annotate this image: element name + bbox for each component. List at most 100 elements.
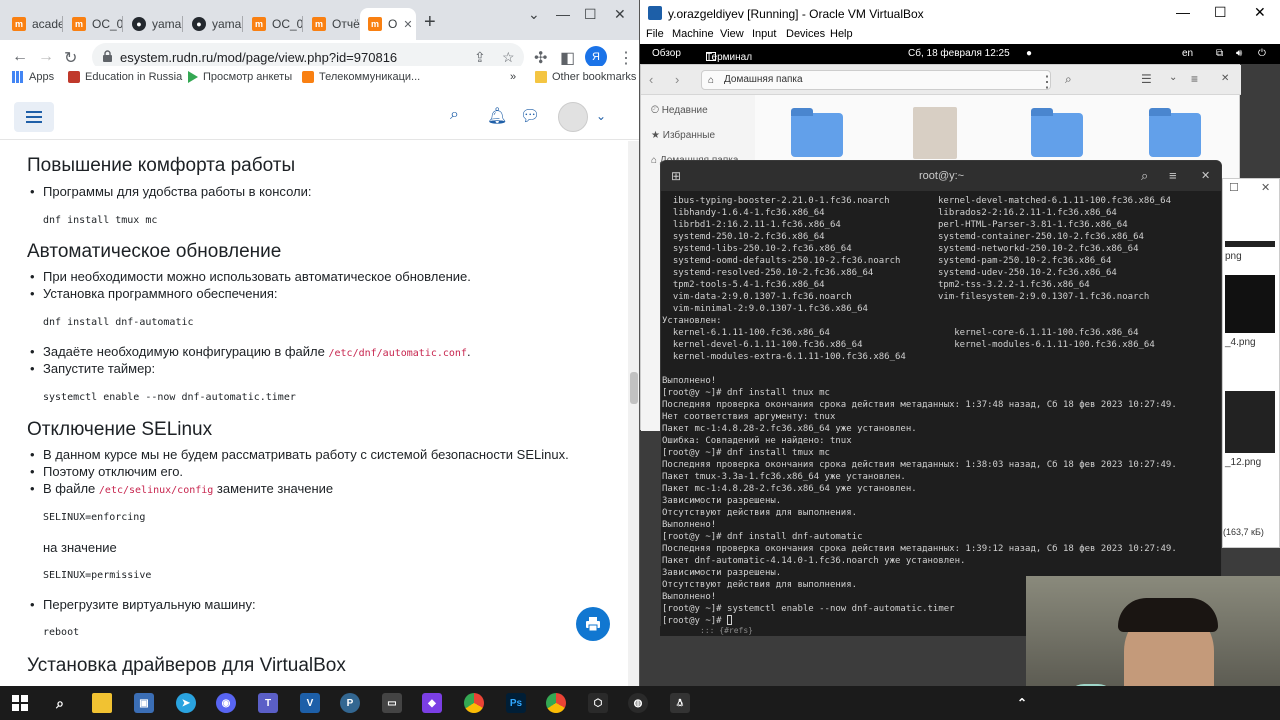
bookmark-education[interactable]: Education in Russia: [68, 71, 182, 83]
teams-icon[interactable]: T: [258, 693, 278, 713]
volume-icon[interactable]: 🔊︎: [1236, 48, 1242, 59]
menu-view[interactable]: View: [720, 28, 744, 40]
maximize-icon[interactable]: ☐: [584, 6, 597, 23]
menu-help[interactable]: Help: [830, 28, 853, 40]
minimize-icon[interactable]: —: [556, 6, 570, 22]
chrome-profile-icon[interactable]: [546, 693, 566, 713]
section-title: Установка драйверов для VirtualBox: [27, 655, 346, 676]
overview-button[interactable]: Обзор: [652, 48, 681, 59]
minimize-icon[interactable]: —: [1176, 4, 1190, 20]
terminal-line: Последняя проверка окончания срока дейст…: [662, 460, 1177, 470]
new-tab-icon[interactable]: +: [424, 11, 436, 34]
tab-3[interactable]: ● yama: [124, 8, 182, 40]
back-icon[interactable]: ‹: [649, 72, 653, 87]
obs-icon[interactable]: ◍: [628, 693, 648, 713]
maximize-icon[interactable]: ☐: [1229, 181, 1239, 194]
extensions-icon[interactable]: ✣: [534, 48, 547, 68]
tab-1[interactable]: m acade: [4, 8, 62, 40]
save-icon[interactable]: ▣: [134, 693, 154, 713]
search-icon[interactable]: ⌕: [1065, 72, 1072, 87]
profile-avatar[interactable]: Я: [585, 46, 607, 68]
view-list-icon[interactable]: ☰: [1141, 72, 1152, 86]
close-tab-icon[interactable]: ✕: [403, 18, 416, 31]
close-icon[interactable]: ✕: [1221, 73, 1229, 84]
chevron-up-icon[interactable]: ⌃: [1012, 693, 1032, 713]
search-icon[interactable]: ⌕: [50, 693, 70, 713]
menu-dots-icon[interactable]: ⋮: [618, 48, 634, 68]
thumbnail[interactable]: [1225, 241, 1275, 247]
forward-icon[interactable]: →: [38, 48, 54, 66]
linux-tux-icon[interactable]: 🐧︎: [670, 693, 690, 713]
close-icon[interactable]: ✕: [1261, 181, 1270, 194]
tab-5[interactable]: m ОС_0: [244, 8, 302, 40]
bookmark-profile[interactable]: Просмотр анкеты: [188, 71, 292, 83]
sidepanel-icon[interactable]: ◧: [560, 48, 575, 68]
obsidian-icon[interactable]: ◆: [422, 693, 442, 713]
archive-icon[interactable]: [913, 107, 957, 159]
bookmark-other[interactable]: Other bookmarks: [535, 71, 636, 83]
chat-icon[interactable]: 💬︎: [520, 106, 540, 126]
bookmark-telecom[interactable]: Телекоммуникаци...: [302, 71, 420, 83]
maximize-icon[interactable]: ☐: [1214, 4, 1227, 21]
chevron-down-icon[interactable]: ⌄: [596, 109, 606, 123]
tab-6[interactable]: m Отчё: [304, 8, 362, 40]
sidebar-item-recent[interactable]: 🕘︎ Недавние: [651, 105, 708, 116]
windows-start-icon[interactable]: [10, 693, 30, 713]
postgres-icon[interactable]: P: [340, 693, 360, 713]
star-icon[interactable]: ☆: [502, 49, 515, 66]
reload-icon[interactable]: ↻: [64, 48, 77, 68]
search-icon[interactable]: ⌕: [1141, 168, 1148, 184]
folder-icon[interactable]: [791, 108, 843, 157]
tab-2[interactable]: m ОС_0: [64, 8, 122, 40]
bookmarks-overflow[interactable]: »: [510, 71, 516, 83]
chevron-down-icon[interactable]: ⌄: [528, 6, 540, 23]
cube-icon[interactable]: ⬡: [588, 693, 608, 713]
terminal-line: Пакет dnf-automatic-4.14.0-1.fc36.noarch…: [662, 556, 966, 566]
bookmark-apps[interactable]: Apps: [12, 71, 54, 83]
menu-machine[interactable]: Machine: [672, 28, 714, 40]
virtualbox-icon[interactable]: V: [300, 693, 320, 713]
forward-icon[interactable]: ›: [675, 72, 679, 87]
close-icon[interactable]: ✕: [614, 6, 626, 23]
tab-4[interactable]: ● yama: [184, 8, 242, 40]
clock[interactable]: Сб, 18 февраля 12:25: [908, 48, 1010, 59]
folder-icon[interactable]: [1031, 108, 1083, 157]
close-icon[interactable]: ✕: [1254, 4, 1266, 21]
new-tab-icon[interactable]: ⊞: [671, 169, 681, 183]
chevron-down-icon[interactable]: ⌄: [1169, 72, 1177, 83]
close-icon[interactable]: ✕: [1201, 169, 1210, 182]
terminal-output[interactable]: ibus-typing-booster-2.21.0-1.fc36.noarch…: [662, 195, 1218, 627]
photoshop-icon[interactable]: Ps: [506, 693, 526, 713]
bell-icon[interactable]: 🔔︎: [487, 106, 507, 126]
share-icon[interactable]: ⇪: [474, 49, 486, 66]
menu-file[interactable]: File: [646, 28, 664, 40]
thumbnail[interactable]: [1225, 391, 1275, 453]
hamburger-icon[interactable]: ≡: [1169, 168, 1177, 183]
power-icon[interactable]: ⏻: [1258, 48, 1266, 59]
menu-input[interactable]: Input: [752, 28, 776, 40]
scrollbar-thumb[interactable]: [630, 372, 638, 404]
search-icon[interactable]: ⌕: [450, 106, 459, 124]
folder-icon[interactable]: [1149, 108, 1201, 157]
menu-dots-icon[interactable]: ⋮: [1039, 72, 1055, 92]
location-bar[interactable]: ⌂ Домашняя папка: [701, 70, 1051, 90]
print-button[interactable]: [576, 607, 610, 641]
tab-active[interactable]: m О ✕: [360, 8, 416, 40]
scrollbar[interactable]: [628, 141, 639, 686]
terminal-icon[interactable]: ▭: [382, 693, 402, 713]
thumbnail[interactable]: [1225, 275, 1275, 333]
network-icon[interactable]: ⧉: [1216, 48, 1223, 59]
user-avatar[interactable]: [558, 102, 588, 132]
hamburger-icon[interactable]: ≡: [1191, 72, 1198, 86]
sidebar-item-starred[interactable]: ★ Избранные: [651, 130, 715, 141]
chrome-icon[interactable]: [464, 693, 484, 713]
file-explorer-icon[interactable]: [92, 693, 112, 713]
code-block: SELINUX=permissive: [43, 570, 152, 581]
apps-icon: [12, 71, 24, 83]
telegram-icon[interactable]: ➤: [176, 693, 196, 713]
menu-devices[interactable]: Devices: [786, 28, 825, 40]
back-icon[interactable]: ←: [12, 48, 28, 66]
menu-toggle-button[interactable]: [14, 102, 54, 132]
language-indicator[interactable]: en: [1182, 48, 1193, 59]
discord-icon[interactable]: ◉: [216, 693, 236, 713]
